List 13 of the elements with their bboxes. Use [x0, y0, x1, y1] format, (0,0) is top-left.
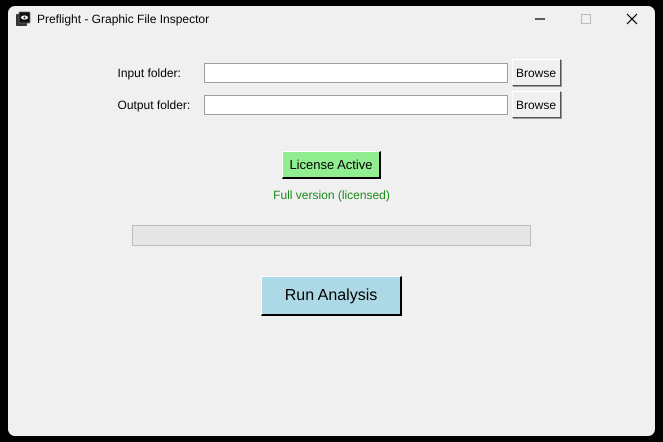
browse-button[interactable]: Browse: [512, 91, 560, 118]
license-button[interactable]: License Active: [282, 151, 381, 179]
folder-field[interactable]: [204, 94, 508, 114]
field-label: Input folder:: [118, 66, 182, 80]
license-status: Full version (licensed): [273, 188, 390, 202]
run-analysis-button[interactable]: Run Analysis: [261, 276, 402, 316]
close-icon[interactable]: [626, 13, 638, 25]
browse-button[interactable]: Browse: [512, 59, 560, 86]
field-label: Output folder:: [118, 98, 192, 112]
folder-field[interactable]: [204, 62, 508, 82]
maximize-icon[interactable]: [580, 13, 592, 25]
window-title: Preflight - Graphic File Inspector: [37, 12, 210, 26]
app-icon: [15, 11, 31, 27]
